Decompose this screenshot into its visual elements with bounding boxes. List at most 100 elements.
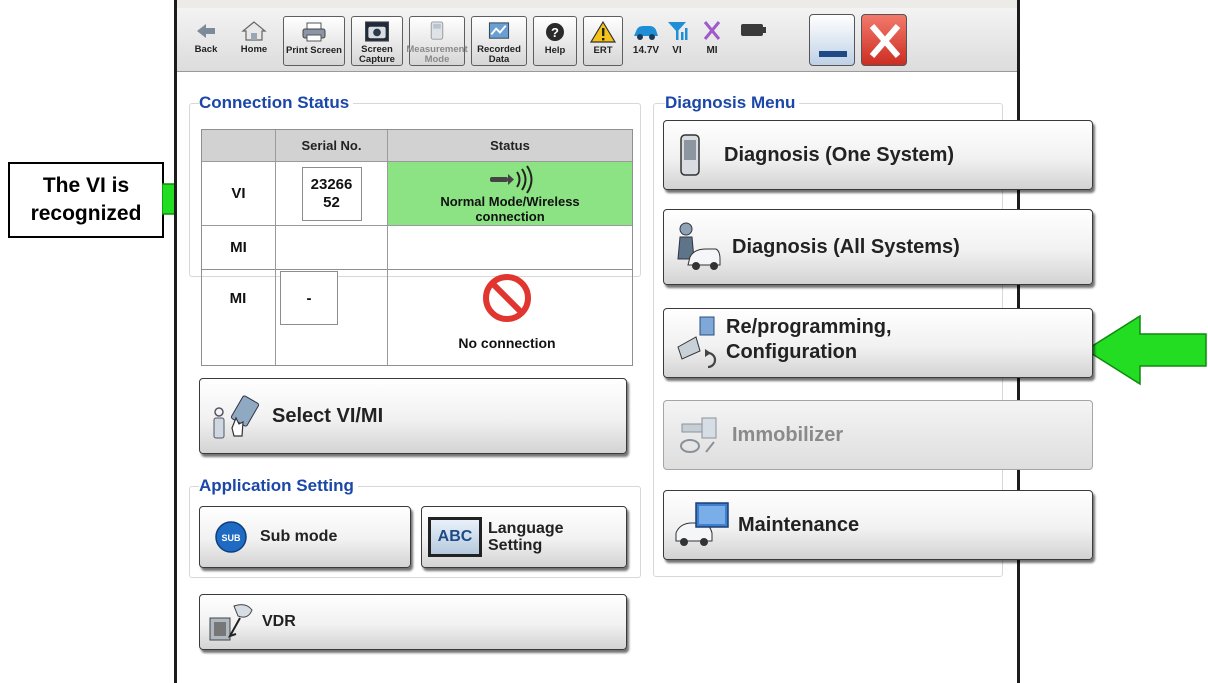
vi-row-label: VI bbox=[202, 162, 276, 226]
device-status bbox=[733, 16, 773, 66]
car-icon bbox=[634, 26, 658, 40]
vi-status: VI bbox=[661, 16, 693, 66]
vi-recognized-callout: The VI is recognized bbox=[8, 162, 164, 238]
diagnosis-all-systems-label: Diagnosis (All Systems) bbox=[732, 235, 960, 258]
reprogramming-configuration-button[interactable]: Re/programming, Configuration bbox=[663, 308, 1093, 378]
battery-voltage-status: 14.7V bbox=[627, 16, 665, 66]
reprogramming-label: Re/programming, bbox=[726, 316, 892, 338]
no-connection-icon bbox=[483, 274, 531, 322]
vi-serial-cell: 2326652 bbox=[276, 162, 388, 226]
battery-voltage-value: 14.7V bbox=[632, 45, 660, 56]
close-icon bbox=[869, 24, 901, 58]
recorded-data-button[interactable]: Recorded Data bbox=[471, 16, 527, 66]
help-button[interactable]: ? Help bbox=[533, 16, 577, 66]
measurement-mode-label: Measurement Mode bbox=[406, 44, 468, 65]
back-label: Back bbox=[194, 44, 218, 55]
home-label: Home bbox=[240, 44, 268, 55]
mi-serial-cell bbox=[276, 226, 388, 269]
table-header-serial: Serial No. bbox=[276, 130, 388, 162]
mi-status-cell bbox=[388, 226, 632, 269]
diagnosis-all-systems-button[interactable]: Diagnosis (All Systems) bbox=[663, 209, 1093, 285]
mi-serial-box: - bbox=[280, 271, 338, 325]
diagnosis-one-system-button[interactable]: Diagnosis (One System) bbox=[663, 120, 1093, 190]
configuration-label: Configuration bbox=[726, 341, 858, 363]
maintenance-icon bbox=[675, 502, 729, 546]
close-button[interactable] bbox=[861, 14, 907, 66]
immobilizer-label: Immobilizer bbox=[732, 423, 844, 446]
reprogramming-label-block: Re/programming, Configuration bbox=[726, 316, 892, 364]
help-label: Help bbox=[544, 45, 566, 56]
language-setting-label: Language Setting bbox=[488, 520, 564, 554]
warning-icon bbox=[589, 20, 617, 43]
toolbar: Back Home Print Screen Screen Capture Me… bbox=[177, 0, 1017, 72]
print-screen-label: Print Screen bbox=[286, 45, 342, 56]
table-header-status: Status bbox=[388, 130, 632, 162]
print-screen-button[interactable]: Print Screen bbox=[283, 16, 345, 66]
disconnected-x-icon bbox=[703, 21, 721, 40]
connection-status-table: Serial No. Status VI 2326652 Normal Mode… bbox=[201, 129, 633, 270]
vi-device-label: VI bbox=[231, 185, 246, 202]
vi-serial-number: 2326652 bbox=[301, 166, 362, 221]
ert-label: ERT bbox=[593, 45, 613, 56]
back-button[interactable]: Back bbox=[185, 16, 227, 66]
abc-badge-text: ABC bbox=[437, 528, 473, 545]
ert-button[interactable]: ERT bbox=[583, 16, 623, 66]
recorded-data-icon bbox=[488, 22, 510, 39]
wireless-signal-icon bbox=[490, 164, 533, 194]
maintenance-button[interactable]: Maintenance bbox=[663, 490, 1093, 560]
callout-line-1: The VI is bbox=[42, 174, 130, 197]
vi-status-cell: Normal Mode/Wireless connection bbox=[388, 162, 632, 226]
sub-mode-label: Sub mode bbox=[260, 528, 338, 545]
select-vi-mi-label: Select VI/MI bbox=[272, 404, 384, 427]
table-header-device bbox=[202, 130, 276, 162]
maintenance-label: Maintenance bbox=[738, 513, 860, 536]
vdr-button[interactable]: VDR bbox=[199, 594, 627, 650]
signal-icon bbox=[668, 22, 688, 40]
mi-status: MI bbox=[695, 16, 729, 66]
screen-capture-label: Screen Capture bbox=[359, 44, 395, 65]
mi-status-text: No connection bbox=[458, 335, 556, 351]
vi-mi-select-icon bbox=[213, 395, 260, 439]
language-setting-button[interactable]: ABC Language Setting bbox=[421, 506, 627, 568]
vdr-icon bbox=[209, 604, 253, 641]
handheld-device-icon bbox=[680, 134, 700, 176]
meter-icon bbox=[430, 21, 444, 40]
toolbar-top-strip bbox=[177, 0, 1017, 8]
application-setting-title: Application Setting bbox=[199, 476, 358, 496]
key-icon bbox=[680, 417, 717, 453]
vdr-label: VDR bbox=[262, 613, 296, 630]
vi-status-text: Normal Mode/Wireless connection bbox=[440, 193, 580, 224]
svg-text:?: ? bbox=[551, 25, 559, 40]
callout-line-2: recognized bbox=[30, 202, 142, 225]
mechanic-car-icon bbox=[677, 222, 721, 270]
select-vi-mi-button[interactable]: Select VI/MI bbox=[199, 378, 627, 454]
sub-badge-text: SUB bbox=[221, 533, 241, 543]
abc-language-icon: ABC bbox=[428, 517, 482, 557]
camera-icon bbox=[365, 21, 389, 42]
measurement-mode-button[interactable]: Measurement Mode bbox=[406, 16, 468, 66]
mi-status-overlay: No connection bbox=[385, 270, 629, 360]
mi-status-label: MI bbox=[706, 45, 718, 56]
sub-mode-button[interactable]: SUB Sub mode bbox=[199, 506, 411, 568]
diagnosis-menu-title: Diagnosis Menu bbox=[665, 93, 800, 113]
device-icon bbox=[741, 24, 766, 36]
home-button[interactable]: Home bbox=[231, 16, 277, 66]
mi-device-label: MI bbox=[230, 239, 247, 256]
arrow-left-icon bbox=[1084, 314, 1207, 386]
screen-capture-button[interactable]: Screen Capture bbox=[351, 16, 403, 66]
help-icon: ? bbox=[546, 23, 564, 41]
mi-row-label-overlay: MI bbox=[229, 289, 247, 307]
reprogramming-icon bbox=[677, 316, 717, 369]
home-icon bbox=[241, 21, 267, 41]
sub-badge-icon: SUB bbox=[215, 521, 247, 553]
connection-status-title: Connection Status bbox=[199, 93, 354, 113]
minimize-icon bbox=[819, 51, 847, 57]
recorded-data-label: Recorded Data bbox=[477, 44, 521, 65]
back-arrow-icon bbox=[197, 24, 215, 38]
printer-icon bbox=[302, 22, 326, 42]
immobilizer-button[interactable]: Immobilizer bbox=[663, 400, 1093, 470]
vi-status-label: VI bbox=[672, 45, 682, 56]
mi-row-label: MI bbox=[202, 226, 276, 269]
diagnosis-one-system-label: Diagnosis (One System) bbox=[724, 143, 955, 166]
minimize-button[interactable] bbox=[809, 14, 855, 66]
